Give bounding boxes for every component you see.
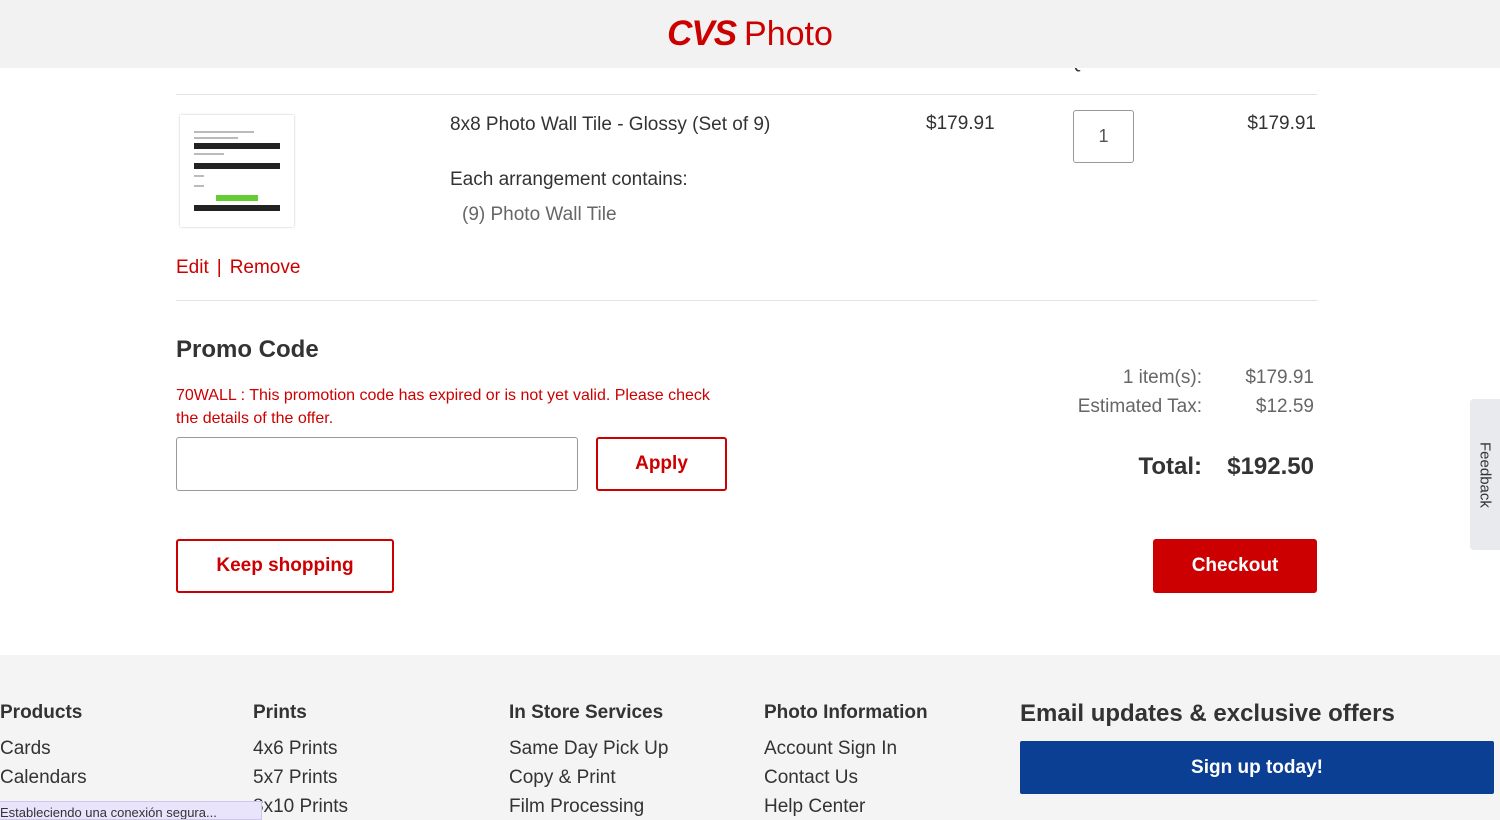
- items-subtotal: $179.91: [1245, 367, 1314, 388]
- footer-link-5x7[interactable]: 5x7 Prints: [253, 767, 348, 796]
- footer-column-in-store: In Store Services Same Day Pick Up Copy …: [509, 702, 668, 820]
- product-thumbnail[interactable]: [180, 115, 294, 227]
- promo-code-title: Promo Code: [176, 336, 319, 363]
- footer-column-photo-info: Photo Information Account Sign In Contac…: [764, 702, 928, 820]
- footer-link-contact[interactable]: Contact Us: [764, 767, 928, 796]
- logo-photo-text: Photo: [744, 15, 833, 53]
- sign-up-button[interactable]: Sign up today!: [1020, 741, 1494, 794]
- footer-link-film[interactable]: Film Processing: [509, 796, 668, 820]
- footer-column-prints: Prints 4x6 Prints 5x7 Prints 8x10 Prints: [253, 702, 348, 820]
- page: CVS Photo PRODUCT PRICE QTY TOTAL 8x8 Ph…: [0, 0, 1500, 820]
- link-separator: |: [216, 257, 222, 278]
- cvs-photo-logo[interactable]: CVS Photo: [667, 14, 833, 54]
- product-title: 8x8 Photo Wall Tile - Glossy (Set of 9): [450, 114, 771, 135]
- footer-link-calendars[interactable]: Calendars: [0, 767, 87, 796]
- divider: [176, 94, 1317, 95]
- remove-link[interactable]: Remove: [230, 257, 301, 278]
- estimated-tax-value: $12.59: [1255, 396, 1314, 417]
- feedback-tab[interactable]: Feedback: [1470, 399, 1500, 550]
- promo-error-message: 70WALL : This promotion code has expired…: [176, 387, 710, 427]
- footer-heading-in-store: In Store Services: [509, 702, 664, 723]
- arrangement-label: Each arrangement contains:: [450, 169, 688, 190]
- footer-link-sign-in[interactable]: Account Sign In: [764, 738, 928, 767]
- quantity-input[interactable]: [1073, 110, 1134, 163]
- browser-status-bar: Estableciendo una conexión segura...: [0, 801, 262, 820]
- footer-link-copy-print[interactable]: Copy & Print: [509, 767, 668, 796]
- site-header: CVS Photo: [0, 0, 1500, 68]
- order-total-label: Total:: [1138, 453, 1202, 480]
- item-total: $179.91: [1247, 113, 1316, 134]
- promo-code-input[interactable]: [176, 437, 578, 491]
- item-price: $179.91: [926, 113, 995, 134]
- checkout-button[interactable]: Checkout: [1153, 539, 1317, 593]
- items-count-label: 1 item(s):: [1122, 367, 1202, 388]
- footer-link-cards[interactable]: Cards: [0, 738, 87, 767]
- feedback-label: Feedback: [1476, 441, 1494, 508]
- footer-link-help[interactable]: Help Center: [764, 796, 928, 820]
- footer-heading-photo-info: Photo Information: [764, 702, 928, 723]
- order-total-value: $192.50: [1227, 453, 1314, 480]
- footer-link-same-day[interactable]: Same Day Pick Up: [509, 738, 668, 767]
- email-updates-title: Email updates & exclusive offers: [1020, 700, 1395, 727]
- footer-link-8x10[interactable]: 8x10 Prints: [253, 796, 348, 820]
- site-footer: [0, 655, 1500, 820]
- footer-heading-prints: Prints: [253, 702, 307, 723]
- keep-shopping-button[interactable]: Keep shopping: [176, 539, 394, 593]
- footer-link-4x6[interactable]: 4x6 Prints: [253, 738, 348, 767]
- logo-cvs-text: CVS: [667, 14, 737, 53]
- estimated-tax-label: Estimated Tax:: [1077, 396, 1202, 417]
- edit-link[interactable]: Edit: [176, 257, 209, 278]
- footer-heading-products: Products: [0, 702, 83, 723]
- apply-button[interactable]: Apply: [596, 437, 727, 491]
- arrangement-item: (9) Photo Wall Tile: [462, 204, 617, 225]
- item-actions: Edit | Remove: [176, 257, 300, 279]
- footer-column-products: Products Cards Calendars: [0, 702, 87, 796]
- divider: [176, 300, 1317, 301]
